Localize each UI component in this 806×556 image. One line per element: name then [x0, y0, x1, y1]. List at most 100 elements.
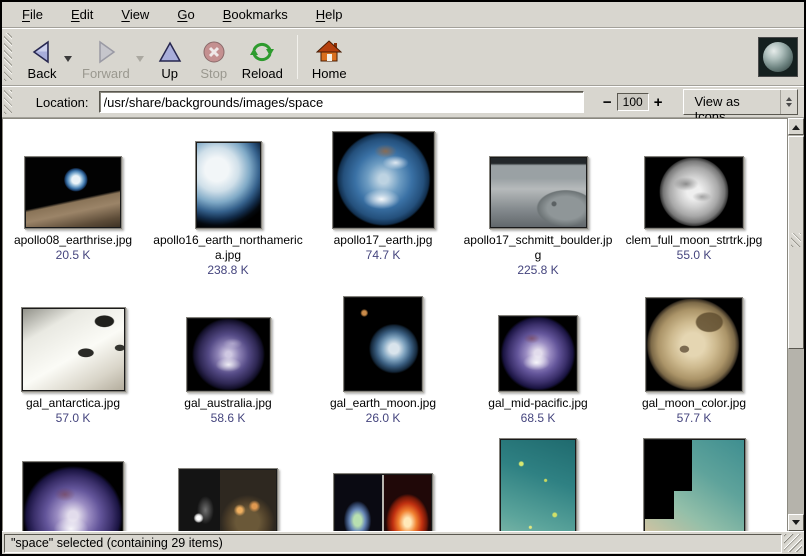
toolbar: Back Forward Up — [2, 28, 804, 86]
file-item[interactable] — [463, 438, 613, 531]
forward-button[interactable]: Forward — [76, 31, 136, 83]
file-item[interactable] — [308, 473, 458, 531]
up-icon — [157, 38, 183, 66]
file-item[interactable]: apollo17_schmitt_boulder.jpg225.8 K — [463, 156, 613, 278]
file-item[interactable] — [619, 438, 769, 531]
file-thumbnail-earth-and-moon[interactable] — [343, 296, 423, 392]
toolbar-separator — [297, 35, 298, 79]
up-label: Up — [161, 66, 178, 81]
file-thumbnail-purple-earth-globe[interactable] — [498, 315, 578, 392]
reload-icon — [249, 38, 275, 66]
file-item[interactable]: clem_full_moon_strtrk.jpg55.0 K — [619, 156, 769, 263]
file-item[interactable]: gal_earth_moon.jpg26.0 K — [308, 296, 458, 426]
dropdown-arrows-icon — [780, 90, 797, 114]
file-item[interactable]: apollo08_earthrise.jpg20.5 K — [2, 156, 148, 263]
file-size: 55.0 K — [619, 248, 769, 263]
resize-grip[interactable] — [784, 534, 802, 552]
menu-help[interactable]: Help — [302, 3, 357, 26]
file-grid[interactable]: apollo08_earthrise.jpg20.5 Kapollo16_ear… — [2, 118, 787, 531]
menu-file[interactable]: File — [8, 3, 57, 26]
view-mode-label: View as Icons — [684, 90, 779, 114]
stop-button[interactable]: Stop — [192, 31, 236, 83]
file-name: gal_antarctica.jpg — [2, 396, 148, 411]
file-size: 238.8 K — [153, 263, 303, 278]
status-text: "space" selected (containing 29 items) — [11, 536, 223, 550]
file-item[interactable]: apollo16_earth_northamerica.jpg238.8 K — [153, 141, 303, 278]
file-thumbnail-gray-full-moon[interactable] — [644, 156, 744, 229]
file-thumbnail-antarctica-ice[interactable] — [21, 307, 126, 392]
reload-button[interactable]: Reload — [236, 31, 289, 83]
home-icon — [316, 38, 342, 66]
file-name: gal_mid-pacific.jpg — [463, 396, 613, 411]
file-size: 26.0 K — [308, 411, 458, 426]
stop-label: Stop — [200, 66, 227, 81]
file-thumbnail-color-moon[interactable] — [645, 297, 743, 392]
file-thumbnail-dark-earth-globe[interactable] — [186, 317, 271, 392]
file-name: apollo17_schmitt_boulder.jpg — [463, 233, 613, 263]
home-label: Home — [312, 66, 347, 81]
back-button[interactable]: Back — [20, 31, 64, 83]
zoom-controls: − 100 + — [598, 93, 668, 111]
file-item[interactable] — [153, 468, 303, 531]
scrollbar-thumb[interactable] — [788, 136, 804, 349]
file-thumbnail-nebula-two-panel-partial[interactable] — [333, 473, 433, 531]
file-size: 58.6 K — [153, 411, 303, 426]
scroll-down-button[interactable] — [788, 514, 804, 531]
up-button[interactable]: Up — [148, 31, 192, 83]
file-name: apollo08_earthrise.jpg — [2, 233, 148, 248]
file-thumbnail-earthrise-over-moon[interactable] — [24, 156, 122, 229]
file-item[interactable]: gal_antarctica.jpg57.0 K — [2, 307, 148, 426]
file-name: gal_earth_moon.jpg — [308, 396, 458, 411]
back-history-dropdown[interactable] — [64, 56, 72, 66]
location-input[interactable] — [99, 91, 584, 113]
menu-bookmarks[interactable]: Bookmarks — [209, 3, 302, 26]
view-mode-dropdown[interactable]: View as Icons — [683, 89, 798, 115]
location-bar: Location: − 100 + View as Icons — [2, 86, 804, 118]
zoom-in-button[interactable]: + — [649, 94, 668, 111]
menu-go[interactable]: Go — [163, 3, 208, 26]
forward-history-dropdown[interactable] — [136, 56, 144, 66]
location-label: Location: — [36, 95, 89, 110]
scroll-up-button[interactable] — [788, 118, 804, 135]
file-item[interactable]: gal_moon_color.jpg57.7 K — [619, 297, 769, 426]
forward-label: Forward — [82, 66, 130, 81]
file-thumbnail-astronaut-boulder-moonscape[interactable] — [489, 156, 588, 229]
file-item[interactable] — [2, 461, 148, 531]
file-name: gal_moon_color.jpg — [619, 396, 769, 411]
throbber — [758, 37, 798, 77]
file-size: 57.7 K — [619, 411, 769, 426]
file-size: 57.0 K — [2, 411, 148, 426]
stop-icon — [201, 38, 227, 66]
status-frame: "space" selected (containing 29 items) — [4, 534, 782, 553]
file-item[interactable]: apollo17_earth.jpg74.7 K — [308, 131, 458, 263]
status-bar: "space" selected (containing 29 items) — [2, 531, 804, 554]
menu-edit[interactable]: Edit — [57, 3, 107, 26]
file-thumbnail-purple-earth-globe-partial[interactable] — [22, 461, 124, 531]
file-manager-window: File Edit View Go Bookmarks Help Back — [0, 0, 806, 556]
file-size: 225.8 K — [463, 263, 613, 278]
locationbar-drag-handle[interactable] — [4, 90, 12, 114]
file-thumbnail-stepped-nebula-partial[interactable] — [643, 438, 746, 531]
zoom-level-indicator[interactable]: 100 — [617, 93, 649, 111]
file-size: 20.5 K — [2, 248, 148, 263]
file-name: gal_australia.jpg — [153, 396, 303, 411]
zoom-out-button[interactable]: − — [598, 94, 617, 111]
file-name: apollo16_earth_northamerica.jpg — [153, 233, 303, 263]
file-thumbnail-galaxy-pair-partial[interactable] — [178, 468, 278, 531]
file-item[interactable]: gal_mid-pacific.jpg68.5 K — [463, 315, 613, 426]
file-name: apollo17_earth.jpg — [308, 233, 458, 248]
file-thumbnail-teal-nebula-partial[interactable] — [499, 438, 577, 531]
toolbar-drag-handle[interactable] — [4, 33, 12, 81]
throbber-orb-icon — [763, 42, 793, 72]
file-size: 74.7 K — [308, 248, 458, 263]
forward-icon — [93, 38, 119, 66]
file-item[interactable]: gal_australia.jpg58.6 K — [153, 317, 303, 426]
back-label: Back — [28, 66, 57, 81]
file-thumbnail-blue-marble-earth[interactable] — [332, 131, 435, 229]
file-thumbnail-earth-crescent[interactable] — [195, 141, 262, 229]
menu-view[interactable]: View — [107, 3, 163, 26]
file-name: clem_full_moon_strtrk.jpg — [619, 233, 769, 248]
back-icon — [29, 38, 55, 66]
home-button[interactable]: Home — [306, 31, 353, 83]
reload-label: Reload — [242, 66, 283, 81]
